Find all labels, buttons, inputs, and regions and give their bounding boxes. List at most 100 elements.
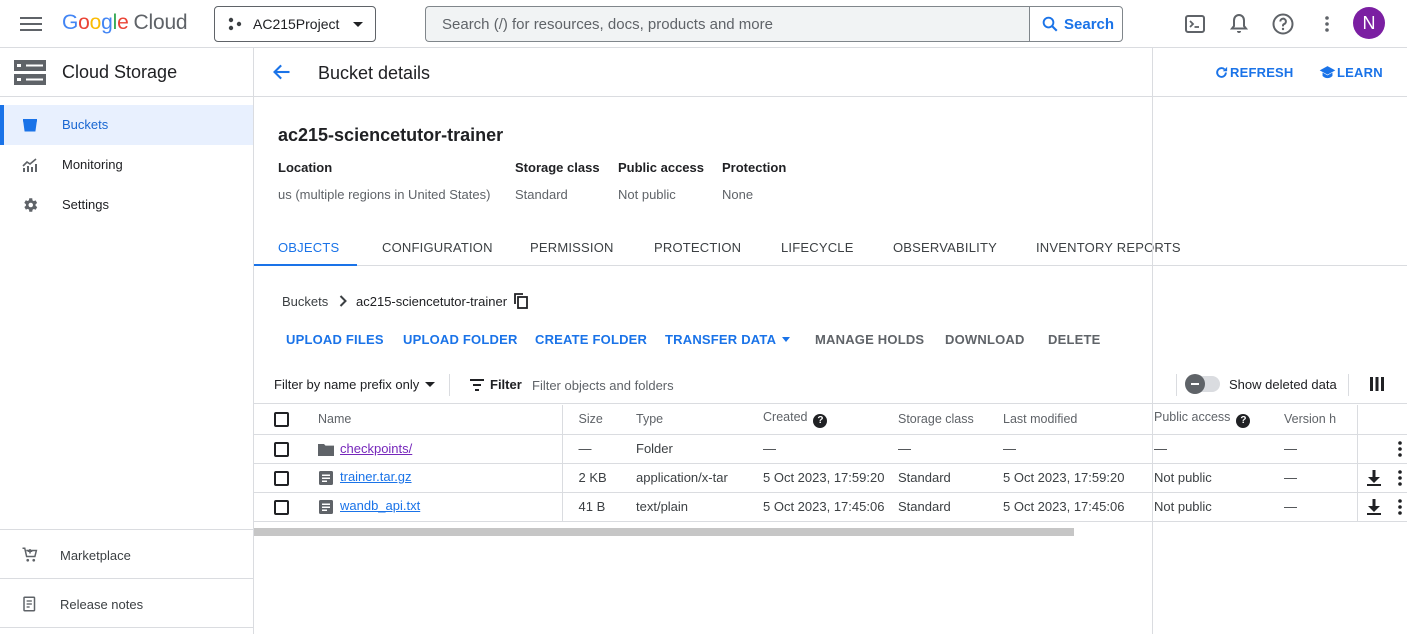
breadcrumb-root[interactable]: Buckets (282, 294, 328, 309)
file-icon (319, 499, 333, 514)
column-header-name[interactable]: Name (304, 405, 563, 435)
school-icon (1319, 66, 1336, 79)
toggle-off-icon (1191, 383, 1199, 385)
meta-public-access: Public access Not public (618, 160, 704, 202)
size-cell: 41 B (562, 492, 620, 522)
table-row: trainer.tar.gz 2 KB application/x-tar 5 … (254, 463, 1407, 493)
filter-prefix-label: Filter by name prefix only (274, 377, 420, 392)
bell-icon[interactable] (1227, 12, 1251, 36)
search-button[interactable]: Search (1029, 6, 1123, 42)
more-vert-icon[interactable] (1397, 498, 1403, 515)
main-content: Bucket details REFRESH LEARN ac215-scien… (254, 48, 1407, 634)
refresh-button[interactable]: REFRESH (1214, 65, 1294, 80)
more-vert-icon[interactable] (1397, 440, 1403, 457)
avatar[interactable]: N (1353, 7, 1385, 39)
logo-letter: g (101, 11, 113, 34)
column-header-storage-class[interactable]: Storage class (898, 405, 1003, 435)
sidebar-item-release-notes[interactable]: Release notes (0, 579, 253, 627)
help-icon[interactable]: ? (1236, 414, 1251, 429)
delete-button[interactable]: DELETE (1048, 332, 1100, 347)
row-actions-cell (1357, 434, 1407, 464)
top-bar: GoogleCloud AC215Project Search N (0, 0, 1407, 48)
upload-folder-button[interactable]: UPLOAD FOLDER (403, 332, 518, 347)
help-icon[interactable] (1271, 12, 1295, 36)
dropdown-caret-icon (425, 382, 436, 387)
google-cloud-logo[interactable]: Google Cloud (62, 11, 188, 35)
filter-prefix-dropdown[interactable]: Filter by name prefix only (274, 377, 436, 392)
tab-protection[interactable]: PROTECTION (654, 231, 741, 266)
download-button[interactable]: DOWNLOAD (945, 332, 1025, 347)
version-cell: — (1284, 434, 1331, 464)
column-display-icon[interactable] (1370, 377, 1384, 391)
transfer-data-button[interactable]: TRANSFER DATA (665, 332, 791, 347)
tab-lifecycle[interactable]: LIFECYCLE (781, 231, 854, 266)
column-header-last-modified[interactable]: Last modified (1003, 405, 1154, 435)
created-cell: 5 Oct 2023, 17:45:06 (747, 492, 898, 522)
version-cell: — (1284, 463, 1331, 493)
show-deleted-toggle[interactable] (1185, 374, 1220, 394)
menu-icon[interactable] (20, 14, 42, 34)
object-link[interactable]: trainer.tar.gz (340, 469, 412, 484)
logo-product: Cloud (133, 11, 188, 34)
window-edge (1152, 48, 1153, 634)
search-input[interactable] (426, 7, 1030, 41)
search-box (425, 6, 1030, 42)
product-title: Cloud Storage (62, 62, 178, 82)
row-checkbox[interactable] (274, 441, 289, 457)
tab-permission[interactable]: PERMISSION (530, 231, 614, 266)
tab-inventory-reports[interactable]: INVENTORY REPORTS (1036, 231, 1181, 266)
filter-list-icon (470, 379, 484, 391)
row-checkbox[interactable] (274, 499, 289, 515)
download-icon[interactable] (1366, 469, 1381, 486)
download-icon[interactable] (1366, 498, 1381, 515)
header-actions-cell (1357, 405, 1407, 435)
upload-files-button[interactable]: UPLOAD FILES (286, 332, 384, 347)
bucket-name: ac215-sciencetutor-trainer (278, 125, 504, 145)
logo-letter: o (78, 11, 90, 34)
storage-class-cell: — (898, 434, 1003, 464)
horizontal-scrollbar[interactable] (254, 528, 1074, 536)
project-selector[interactable]: AC215Project (214, 6, 376, 42)
type-cell: text/plain (620, 492, 747, 522)
meta-key: Public access (618, 160, 704, 175)
filter-input[interactable] (532, 372, 1132, 398)
terminal-icon[interactable] (1183, 12, 1207, 36)
tab-observability[interactable]: OBSERVABILITY (893, 231, 997, 266)
object-link[interactable]: wandb_api.txt (340, 498, 420, 513)
create-folder-button[interactable]: CREATE FOLDER (535, 332, 647, 347)
row-checkbox-cell (254, 492, 304, 522)
copy-icon[interactable] (514, 293, 528, 309)
column-header-public-access[interactable]: Public access? (1154, 405, 1284, 435)
more-vert-icon[interactable] (1315, 12, 1339, 36)
object-link[interactable]: checkpoints/ (340, 441, 412, 456)
sidebar-item-marketplace[interactable]: Marketplace (0, 530, 253, 578)
divider (1176, 374, 1177, 396)
sidebar-item-buckets[interactable]: Buckets (0, 105, 253, 145)
meta-protection: Protection None (722, 160, 786, 202)
spacer-cell (1331, 434, 1358, 464)
sidebar-item-monitoring[interactable]: Monitoring (0, 145, 253, 185)
meta-value: Not public (618, 187, 676, 202)
storage-class-cell: Standard (898, 492, 1003, 522)
last-modified-cell: 5 Oct 2023, 17:45:06 (1003, 492, 1154, 522)
cart-icon (22, 547, 38, 562)
arrow-back-icon[interactable] (272, 62, 292, 82)
meta-value: None (722, 187, 754, 202)
column-header-version-history[interactable]: Version h (1284, 405, 1358, 435)
tab-objects[interactable]: OBJECTS (254, 231, 357, 266)
column-header-created[interactable]: Created? (747, 405, 898, 435)
sidebar-item-label: Settings (62, 197, 109, 212)
help-icon[interactable]: ? (813, 414, 828, 429)
tab-configuration[interactable]: CONFIGURATION (382, 231, 493, 266)
column-header-type[interactable]: Type (620, 405, 747, 435)
row-checkbox[interactable] (274, 470, 289, 486)
sidebar-item-settings[interactable]: Settings (0, 185, 253, 225)
select-all-checkbox[interactable] (274, 411, 289, 427)
column-header-size[interactable]: Size (562, 405, 620, 435)
divider (0, 627, 253, 628)
more-vert-icon[interactable] (1397, 469, 1403, 486)
manage-holds-button[interactable]: MANAGE HOLDS (815, 332, 924, 347)
search-button-label: Search (1064, 16, 1115, 33)
learn-button[interactable]: LEARN (1319, 65, 1383, 80)
filter-button[interactable]: Filter (470, 377, 522, 392)
